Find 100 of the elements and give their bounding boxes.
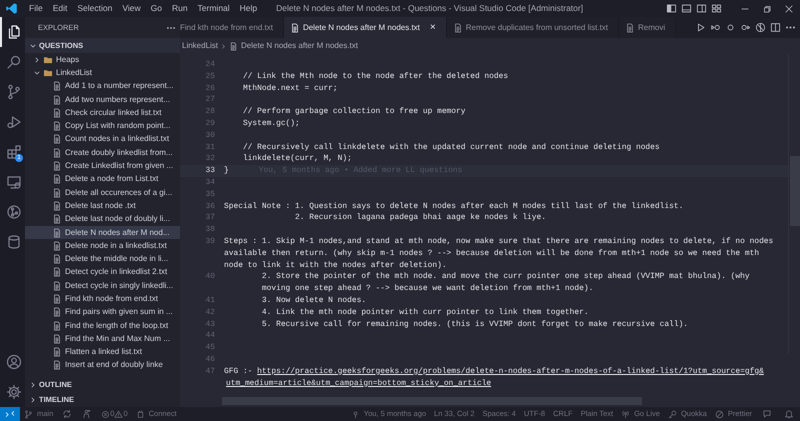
- close-icon[interactable]: [784, 4, 794, 14]
- app-logo-icon: [5, 2, 18, 15]
- sync-icon[interactable]: [62, 409, 72, 419]
- person-icon[interactable]: [82, 409, 92, 419]
- file-icon: [52, 228, 62, 238]
- folder-icon: [43, 68, 53, 78]
- tree-item[interactable]: Delete last node .txt: [25, 199, 180, 213]
- tree-item[interactable]: Copy List with random point...: [25, 119, 180, 133]
- menu-item[interactable]: Terminal: [192, 2, 235, 15]
- plug-icon: [136, 410, 145, 418]
- tree-item[interactable]: Delete the middle node in li...: [25, 252, 180, 266]
- split-layout-icon[interactable]: [696, 3, 707, 14]
- file-icon: [290, 22, 300, 32]
- file-icon: [52, 280, 62, 291]
- sphere-icon[interactable]: [755, 22, 766, 33]
- file-icon: [229, 42, 238, 50]
- file-icon: [52, 294, 62, 304]
- horizontal-scrollbar[interactable]: [222, 397, 642, 406]
- tree-item[interactable]: Delete all occurences of a gi...: [25, 186, 180, 200]
- circle-icon[interactable]: [725, 22, 736, 33]
- tree-item[interactable]: Count nodes in a linkedlist.txt: [25, 132, 180, 146]
- tree-item[interactable]: Find kth node from end.txt: [25, 292, 180, 306]
- tree-item[interactable]: Heaps: [25, 53, 180, 66]
- play-icon[interactable]: [695, 22, 706, 33]
- panel-layout-icon[interactable]: [681, 3, 692, 14]
- branch-icon[interactable]: [6, 84, 22, 100]
- file-icon: [52, 94, 62, 105]
- menu-item[interactable]: File: [24, 2, 48, 15]
- menu-item[interactable]: Help: [234, 2, 262, 15]
- tree-item[interactable]: Create Linkedlist from given ...: [25, 159, 180, 173]
- chevron-icon[interactable]: [33, 56, 41, 64]
- editor-tab[interactable]: Delete N nodes after M nodes.txt ×: [284, 17, 447, 38]
- tree-item[interactable]: Delete last node of doubly li...: [25, 212, 180, 226]
- extensions-icon[interactable]: [6, 144, 22, 160]
- chevron-icon[interactable]: [29, 396, 37, 404]
- tree-item[interactable]: LinkedList: [25, 66, 180, 80]
- menu-item[interactable]: Edit: [48, 2, 72, 15]
- file-icon: [52, 81, 62, 92]
- file-icon: [52, 307, 62, 318]
- tree-item[interactable]: Find pairs with given sum in ...: [25, 306, 180, 319]
- file-icon: [52, 254, 62, 264]
- run-debug-icon[interactable]: [6, 114, 22, 130]
- file-icon: [52, 188, 62, 198]
- close-tab-button[interactable]: ×: [430, 20, 436, 35]
- file-icon: [52, 347, 62, 358]
- menu-item[interactable]: View: [117, 2, 146, 15]
- tree-item[interactable]: Add two numbers represent...: [25, 92, 180, 106]
- folder-icon: [43, 54, 53, 65]
- search-icon[interactable]: [6, 54, 22, 70]
- sidebar-layout-icon[interactable]: [666, 3, 677, 14]
- editor-tab[interactable]: Find kth node from end.txt: [180, 17, 284, 38]
- file-icon: [52, 108, 62, 118]
- tree-item[interactable]: Flatten a linked list.txt: [25, 346, 180, 359]
- window-title: Delete N nodes after M nodes.txt - Questions - Visual Studio Code [Administrator]: [276, 2, 584, 15]
- warning-icon: [114, 410, 124, 418]
- broadcast-icon: [621, 410, 630, 418]
- chevron-icon[interactable]: [29, 380, 37, 388]
- tree-item[interactable]: Detect cycle in singly linkedli...: [25, 279, 180, 292]
- editor-tab[interactable]: Remove duplicates from unsorted list.txt: [446, 17, 620, 38]
- file-icon: [52, 267, 62, 278]
- circle-nodes-icon[interactable]: [6, 204, 22, 220]
- restore-icon[interactable]: [762, 4, 772, 14]
- arrow-circle-icon[interactable]: [710, 22, 721, 33]
- error-icon: [101, 410, 110, 418]
- monitor-icon[interactable]: [6, 174, 22, 190]
- settings-icon[interactable]: [6, 384, 22, 400]
- tree-item[interactable]: Delete a node from List.txt: [25, 172, 180, 186]
- file-icon: [52, 121, 62, 132]
- account-icon[interactable]: [6, 354, 22, 370]
- menu-item[interactable]: Run: [166, 2, 193, 15]
- database-icon[interactable]: [6, 234, 22, 250]
- file-icon: [452, 22, 463, 32]
- tree-item[interactable]: Find the Min and Max Num ...: [25, 332, 180, 346]
- tree-item[interactable]: Create doubly linkedlist from...: [25, 146, 180, 160]
- tree-item[interactable]: Delete N nodes after M nod...: [25, 226, 180, 240]
- slashed-circle-icon: [714, 410, 724, 418]
- chevron-icon: [220, 42, 228, 50]
- tree-item[interactable]: Find the length of the loop.txt: [25, 318, 180, 332]
- file-icon: [52, 360, 62, 370]
- file-icon: [52, 161, 62, 172]
- key-icon: [668, 410, 677, 418]
- menu-item[interactable]: Go: [146, 2, 167, 15]
- file-icon: [52, 148, 62, 158]
- tree-item[interactable]: Detect cycle in linkedlist 2.txt: [25, 266, 180, 280]
- split-editor-icon[interactable]: [770, 22, 781, 33]
- tree-item[interactable]: Check circular linked list.txt: [25, 106, 180, 120]
- remote-button[interactable]: [0, 407, 20, 421]
- tree-item[interactable]: Add 1 to a number represent...: [25, 80, 180, 93]
- file-icon: [52, 240, 62, 251]
- file-icon: [52, 200, 62, 211]
- grid-layout-icon[interactable]: [711, 3, 722, 14]
- breadcrumb-item[interactable]: Delete N nodes after M nodes.txt: [241, 40, 358, 52]
- file-icon: [52, 334, 62, 344]
- feedback-icon[interactable]: [762, 409, 772, 419]
- circle-arrow-icon[interactable]: [740, 22, 751, 33]
- tree-item[interactable]: Delete node in a linkedlist.txt: [25, 239, 180, 252]
- menu-item[interactable]: Selection: [72, 2, 118, 15]
- breadcrumb-item[interactable]: LinkedList: [182, 40, 218, 52]
- tree-item[interactable]: Insert at end of doubly linke: [25, 358, 180, 372]
- bell-icon[interactable]: [784, 409, 794, 419]
